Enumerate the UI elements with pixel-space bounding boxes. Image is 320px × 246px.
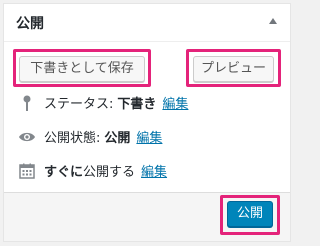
visibility-value: 公開 [104, 131, 131, 146]
visibility-label: 公開状態: [44, 131, 101, 146]
pin-icon [18, 94, 36, 112]
status-edit-link[interactable]: 編集 [162, 93, 188, 112]
publish-box-title: 公開 [16, 16, 44, 32]
publish-button[interactable]: 公開 [227, 201, 273, 227]
publish-footer: 公開 [4, 192, 290, 241]
save-draft-button[interactable]: 下書きとして保存 [19, 56, 145, 82]
calendar-icon [18, 162, 36, 180]
status-value: 下書き [117, 97, 157, 112]
publish-box-header[interactable]: 公開 [4, 4, 290, 42]
status-label: ステータス: [44, 97, 114, 112]
schedule-prefix: すぐに [44, 165, 84, 180]
schedule-label: 公開する [83, 165, 136, 180]
triangle-up-icon[interactable] [269, 18, 277, 24]
visibility-row: 公開状態: 公開 編集 [18, 127, 162, 146]
schedule-edit-link[interactable]: 編集 [141, 161, 167, 180]
eye-icon [18, 128, 36, 146]
preview-button[interactable]: プレビュー [193, 56, 274, 82]
status-row: ステータス: 下書き 編集 [18, 93, 188, 112]
publish-box: 公開 下書きとして保存 プレビュー ステータス: 下書き 編集 公開状態: 公開 [3, 3, 291, 242]
visibility-edit-link[interactable]: 編集 [136, 127, 162, 146]
schedule-row: すぐに 公開する 編集 [18, 161, 167, 180]
